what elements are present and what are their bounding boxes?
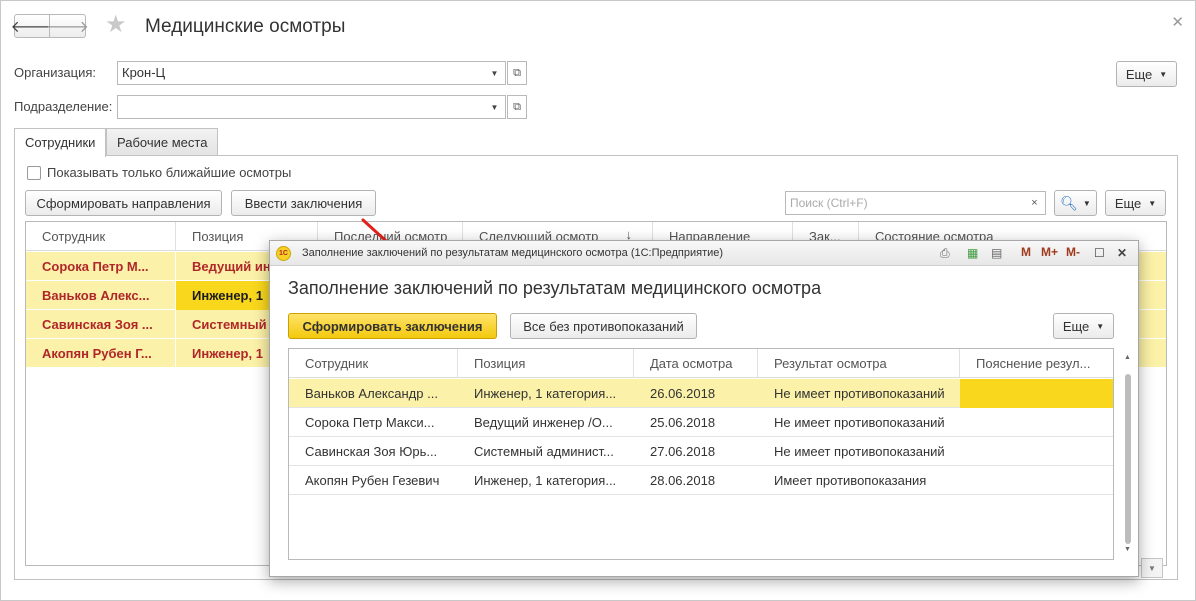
search-input[interactable]: Поиск (Ctrl+F): [785, 191, 1025, 215]
forward-button[interactable]: 🡒: [46, 14, 89, 38]
department-label: Подразделение:: [14, 99, 113, 114]
column-header[interactable]: Позиция: [458, 349, 634, 378]
result-cell: Не имеет противопоказаний: [774, 386, 945, 401]
table-row[interactable]: Сорока Петр Макси... Ведущий инженер /О.…: [289, 408, 1113, 437]
generate-referrals-button[interactable]: Сформировать направления: [25, 190, 222, 216]
maximize-icon[interactable]: ☐: [1094, 245, 1105, 261]
employee-cell: Савинская Зоя ...: [26, 310, 176, 339]
tab-workplaces[interactable]: Рабочие места: [106, 128, 219, 156]
page-title: Медицинские осмотры: [145, 16, 346, 37]
organization-field[interactable]: Крон-Ц: [117, 61, 485, 85]
more-button-dialog[interactable]: Еще ▼: [1053, 313, 1114, 339]
chevron-down-icon: ▼: [1159, 69, 1168, 79]
main-window: 🡐 🡒 ★ Медицинские осмотры ✕ Еще ▼ Организ…: [0, 0, 1196, 601]
search-clear-icon[interactable]: ×: [1024, 191, 1046, 215]
close-icon[interactable]: ✕: [1171, 13, 1184, 31]
organization-open-icon[interactable]: ⧉: [507, 61, 527, 85]
enter-conclusions-button[interactable]: Ввести заключения: [231, 190, 376, 216]
table-row[interactable]: Савинская Зоя Юрь... Системный админист.…: [289, 437, 1113, 466]
position-cell: Системный админист...: [474, 444, 614, 459]
more-label: Еще: [1062, 318, 1090, 334]
result-cell: Не имеет противопоказаний: [774, 444, 945, 459]
conclusions-table-header: Сотрудник Позиция Дата осмотра Результат…: [289, 349, 1113, 378]
organization-label: Организация:: [14, 65, 97, 80]
chevron-down-icon: ▼: [1096, 321, 1105, 331]
employee-cell: Акопян Рубен Гезевич: [305, 473, 440, 488]
dialog-titlebar: 1С Заполнение заключений по результатам …: [270, 241, 1138, 266]
date-cell: 28.06.2018: [650, 473, 716, 488]
search-button[interactable]: 🔍︎ ▼: [1054, 190, 1097, 216]
employee-cell: Сорока Петр М...: [26, 252, 176, 281]
employee-cell: Акопян Рубен Г...: [26, 339, 176, 368]
table-row[interactable]: Ваньков Александр ... Инженер, 1 категор…: [289, 379, 1113, 408]
scroll-down-icon[interactable]: ▼: [1124, 546, 1131, 553]
employee-cell: Ваньков Алекс...: [26, 281, 176, 310]
more-label: Еще: [1114, 195, 1142, 211]
search-icon: 🔍︎: [1060, 194, 1078, 211]
result-cell: Не имеет противопоказаний: [774, 415, 945, 430]
column-header[interactable]: Результат осмотра: [758, 349, 960, 378]
note-cell[interactable]: [960, 408, 1113, 437]
back-button[interactable]: 🡐: [11, 14, 53, 38]
close-icon[interactable]: ✕: [1117, 245, 1127, 261]
tab-employees[interactable]: Сотрудники: [14, 128, 107, 157]
position-cell: Ведущий инженер /О...: [474, 415, 613, 430]
conclusions-table[interactable]: Сотрудник Позиция Дата осмотра Результат…: [288, 348, 1114, 560]
more-label: Еще: [1125, 66, 1153, 82]
dialog-scrollbar[interactable]: ▲ ▼: [1122, 348, 1134, 560]
generate-conclusions-button[interactable]: Сформировать заключения: [288, 313, 497, 339]
1c-logo-icon: 1С: [276, 246, 291, 261]
date-cell: 26.06.2018: [650, 386, 716, 401]
scroll-down-button[interactable]: ▼: [1141, 558, 1163, 578]
chevron-down-icon: ▼: [1148, 198, 1157, 208]
memory-minus-button[interactable]: M-: [1066, 245, 1080, 259]
employee-cell: Сорока Петр Макси...: [305, 415, 435, 430]
more-button-top[interactable]: Еще ▼: [1116, 61, 1177, 87]
arrow-right-icon: 🡒: [46, 18, 89, 36]
position-cell: Инженер, 1 категория...: [474, 386, 617, 401]
dialog-heading: Заполнение заключений по результатам мед…: [288, 278, 822, 298]
note-cell[interactable]: [960, 466, 1113, 495]
conclusions-dialog: 1С Заполнение заключений по результатам …: [269, 240, 1139, 577]
note-cell[interactable]: [960, 379, 1113, 408]
show-nearest-label: Показывать только ближайшие осмотры: [47, 165, 292, 180]
department-field[interactable]: [117, 95, 485, 119]
scrollbar-thumb[interactable]: [1125, 374, 1131, 544]
column-header[interactable]: Пояснение резул...: [960, 349, 1113, 378]
position-cell: Инженер, 1 категория...: [474, 473, 617, 488]
date-cell: 25.06.2018: [650, 415, 716, 430]
calendar-icon[interactable]: ▤: [991, 245, 1002, 261]
calculator-icon[interactable]: ▦: [967, 245, 978, 261]
table-row[interactable]: Акопян Рубен Гезевич Инженер, 1 категори…: [289, 466, 1113, 495]
column-header[interactable]: Дата осмотра: [634, 349, 758, 378]
employee-cell: Савинская Зоя Юрь...: [305, 444, 438, 459]
scroll-up-icon[interactable]: ▲: [1124, 354, 1131, 361]
print-icon[interactable]: ⎙: [940, 245, 950, 261]
column-header[interactable]: Сотрудник: [26, 222, 176, 251]
favorite-star-icon[interactable]: ★: [105, 13, 127, 37]
department-dropdown-icon[interactable]: ▼: [484, 95, 506, 119]
employee-cell: Ваньков Александр ...: [305, 386, 438, 401]
date-cell: 27.06.2018: [650, 444, 716, 459]
all-no-contraindications-button[interactable]: Все без противопоказаний: [510, 313, 697, 339]
dialog-title: Заполнение заключений по результатам мед…: [302, 247, 724, 259]
chevron-down-icon: ▼: [1082, 198, 1091, 208]
show-nearest-checkbox[interactable]: [27, 166, 41, 180]
department-open-icon[interactable]: ⧉: [507, 95, 527, 119]
result-cell: Имеет противопоказания: [774, 473, 927, 488]
organization-dropdown-icon[interactable]: ▼: [484, 61, 506, 85]
memory-m-button[interactable]: M: [1021, 245, 1031, 259]
note-cell[interactable]: [960, 437, 1113, 466]
column-header[interactable]: Сотрудник: [289, 349, 458, 378]
memory-plus-button[interactable]: M+: [1041, 245, 1058, 259]
more-button-employees[interactable]: Еще ▼: [1105, 190, 1166, 216]
